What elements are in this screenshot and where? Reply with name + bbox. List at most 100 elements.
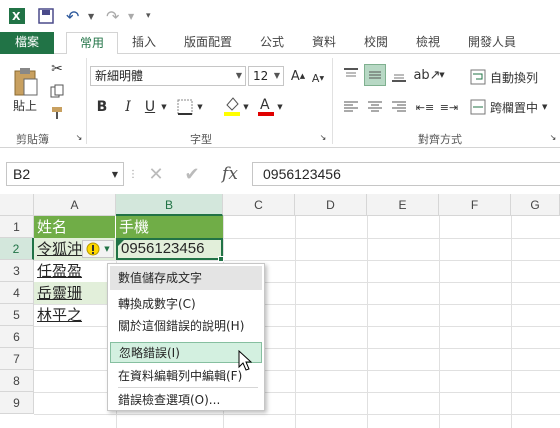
underline-dropdown-icon[interactable]: ▼ xyxy=(160,100,168,114)
tab-data[interactable]: 資料 xyxy=(304,32,344,54)
cell-a3[interactable]: 任盈盈 xyxy=(34,260,116,282)
underline-button[interactable]: U xyxy=(140,96,160,118)
fill-color-icon[interactable] xyxy=(222,94,242,118)
cell-b1[interactable]: 手機 xyxy=(116,216,223,238)
paste-button[interactable]: 貼上 xyxy=(8,60,42,120)
font-color-icon[interactable]: A xyxy=(256,94,276,118)
alignment-group-label: 對齊方式 xyxy=(418,133,462,146)
row-header[interactable]: 2 xyxy=(0,238,34,260)
tab-view[interactable]: 檢視 xyxy=(408,32,448,54)
row-header[interactable]: 4 xyxy=(0,282,34,304)
merge-center-button[interactable]: 跨欄置中 ▼ xyxy=(470,96,560,118)
gridline xyxy=(295,216,296,428)
name-box-dropdown-icon[interactable]: ▼ xyxy=(110,168,120,180)
redo-icon[interactable]: ↷ xyxy=(106,6,119,26)
column-header-c[interactable]: C xyxy=(223,194,295,216)
column-header-a[interactable]: A xyxy=(34,194,116,216)
excel-logo-icon: X xyxy=(8,6,26,26)
tab-review[interactable]: 校閱 xyxy=(356,32,396,54)
customize-qat-icon[interactable]: ▾ xyxy=(146,6,151,26)
row-header[interactable]: 5 xyxy=(0,304,34,326)
orientation-icon[interactable]: ab↗ xyxy=(413,64,440,86)
paste-label: 貼上 xyxy=(12,98,37,113)
orientation-dropdown-icon[interactable]: ▼ xyxy=(438,68,446,82)
font-name-dropdown[interactable]: 新細明體 ▼ xyxy=(90,66,246,86)
font-group-label: 字型 xyxy=(190,133,212,146)
top-align-icon[interactable] xyxy=(340,64,362,86)
cut-icon[interactable]: ✂ xyxy=(48,60,66,78)
formula-input[interactable]: 0956123456 xyxy=(252,162,560,186)
gridline xyxy=(367,216,368,428)
cell-a5[interactable]: 林平之 xyxy=(34,304,116,326)
resize-handle-icon[interactable]: ⋮ xyxy=(128,166,138,182)
error-smart-tag[interactable]: ▼ xyxy=(82,240,114,258)
mouse-cursor-icon xyxy=(238,349,253,375)
grow-font-icon[interactable]: A ▲ xyxy=(290,66,306,86)
decrease-indent-icon[interactable]: ⇤≡ xyxy=(414,96,436,118)
font-size-dropdown[interactable]: 12 ▼ xyxy=(248,66,284,86)
column-header-e[interactable]: E xyxy=(367,194,439,216)
row-header[interactable]: 8 xyxy=(0,370,34,392)
enter-icon[interactable]: ✔ xyxy=(180,164,204,185)
wrap-text-button[interactable]: 自動換列 xyxy=(470,66,560,88)
italic-button[interactable]: I xyxy=(118,96,138,118)
font-size-value: 12 xyxy=(253,69,269,83)
undo-icon[interactable]: ↶ xyxy=(66,6,79,26)
font-name-value: 新細明體 xyxy=(95,69,144,83)
cell-a1[interactable]: 姓名 xyxy=(34,216,116,238)
row-header[interactable]: 9 xyxy=(0,392,34,414)
worksheet-grid[interactable]: A B C D E F G 1 2 3 4 5 6 7 8 9 姓名 手機 令狐… xyxy=(0,194,560,428)
alignment-launcher-icon[interactable]: ↘ xyxy=(548,132,558,142)
wrap-text-label: 自動換列 xyxy=(490,70,539,85)
copy-icon[interactable] xyxy=(48,82,66,100)
fill-color-dropdown-icon[interactable]: ▼ xyxy=(242,100,250,114)
column-header-d[interactable]: D xyxy=(295,194,367,216)
align-center-icon[interactable] xyxy=(364,96,386,118)
error-indicator-triangle xyxy=(118,240,124,246)
row-header[interactable]: 3 xyxy=(0,260,34,282)
align-left-icon[interactable] xyxy=(340,96,362,118)
merge-center-label: 跨欄置中 xyxy=(490,100,539,115)
cancel-icon[interactable]: ✕ xyxy=(144,164,168,185)
tab-home[interactable]: 常用 xyxy=(66,32,118,55)
menu-item-convert-to-number[interactable]: 轉換成數字(C) xyxy=(110,294,262,315)
save-icon[interactable] xyxy=(38,6,54,26)
shrink-font-icon[interactable]: A ▼ xyxy=(310,68,326,88)
ribbon: 貼上 ✂ 剪貼簿 ↘ 新細明體 ▼ 12 ▼ A ▲ A ▼ B I U ▼ ▼ ▼… xyxy=(0,54,560,148)
cell-a4[interactable]: 岳靈珊 xyxy=(34,282,116,304)
tab-file[interactable]: 檔案 xyxy=(0,32,54,54)
fill-handle[interactable] xyxy=(218,256,224,262)
bold-button[interactable]: B xyxy=(92,96,112,118)
cell-b2[interactable]: 0956123456 xyxy=(116,238,223,260)
bottom-align-icon[interactable] xyxy=(388,64,410,86)
font-color-dropdown-icon[interactable]: ▼ xyxy=(276,100,284,114)
tab-developer[interactable]: 開發人員 xyxy=(460,32,524,54)
select-all-corner[interactable] xyxy=(0,194,34,216)
tab-formulas[interactable]: 公式 xyxy=(252,32,292,54)
borders-icon[interactable] xyxy=(174,96,196,118)
middle-align-icon[interactable] xyxy=(364,64,386,86)
clipboard-launcher-icon[interactable]: ↘ xyxy=(74,132,84,142)
tab-page-layout[interactable]: 版面配置 xyxy=(176,32,240,54)
row-header[interactable]: 1 xyxy=(0,216,34,238)
insert-function-icon[interactable]: fx xyxy=(216,162,244,186)
borders-dropdown-icon[interactable]: ▼ xyxy=(196,100,204,114)
ribbon-tabs: 檔案 常用 插入 版面配置 公式 資料 校閱 檢視 開發人員 xyxy=(0,32,560,55)
format-painter-icon[interactable] xyxy=(48,104,66,122)
increase-indent-icon[interactable]: ≡⇥ xyxy=(438,96,460,118)
tab-insert[interactable]: 插入 xyxy=(124,32,164,54)
redo-dropdown-icon[interactable]: ▼ xyxy=(128,6,134,26)
font-launcher-icon[interactable]: ↘ xyxy=(318,132,328,142)
row-header[interactable]: 6 xyxy=(0,326,34,348)
svg-text:A: A xyxy=(260,97,270,113)
row-header[interactable]: 7 xyxy=(0,348,34,370)
undo-dropdown-icon[interactable]: ▼ xyxy=(88,6,94,26)
column-header-g[interactable]: G xyxy=(511,194,560,216)
menu-item-help-on-error[interactable]: 關於這個錯誤的說明(H) xyxy=(110,316,262,337)
column-header-f[interactable]: F xyxy=(439,194,511,216)
menu-item-error-checking-options[interactable]: 錯誤檢查選項(O)... xyxy=(110,390,262,411)
align-right-icon[interactable] xyxy=(388,96,410,118)
column-header-b[interactable]: B xyxy=(116,194,223,216)
chevron-down-icon: ▼ xyxy=(235,71,242,80)
name-box[interactable]: B2 xyxy=(6,162,124,186)
